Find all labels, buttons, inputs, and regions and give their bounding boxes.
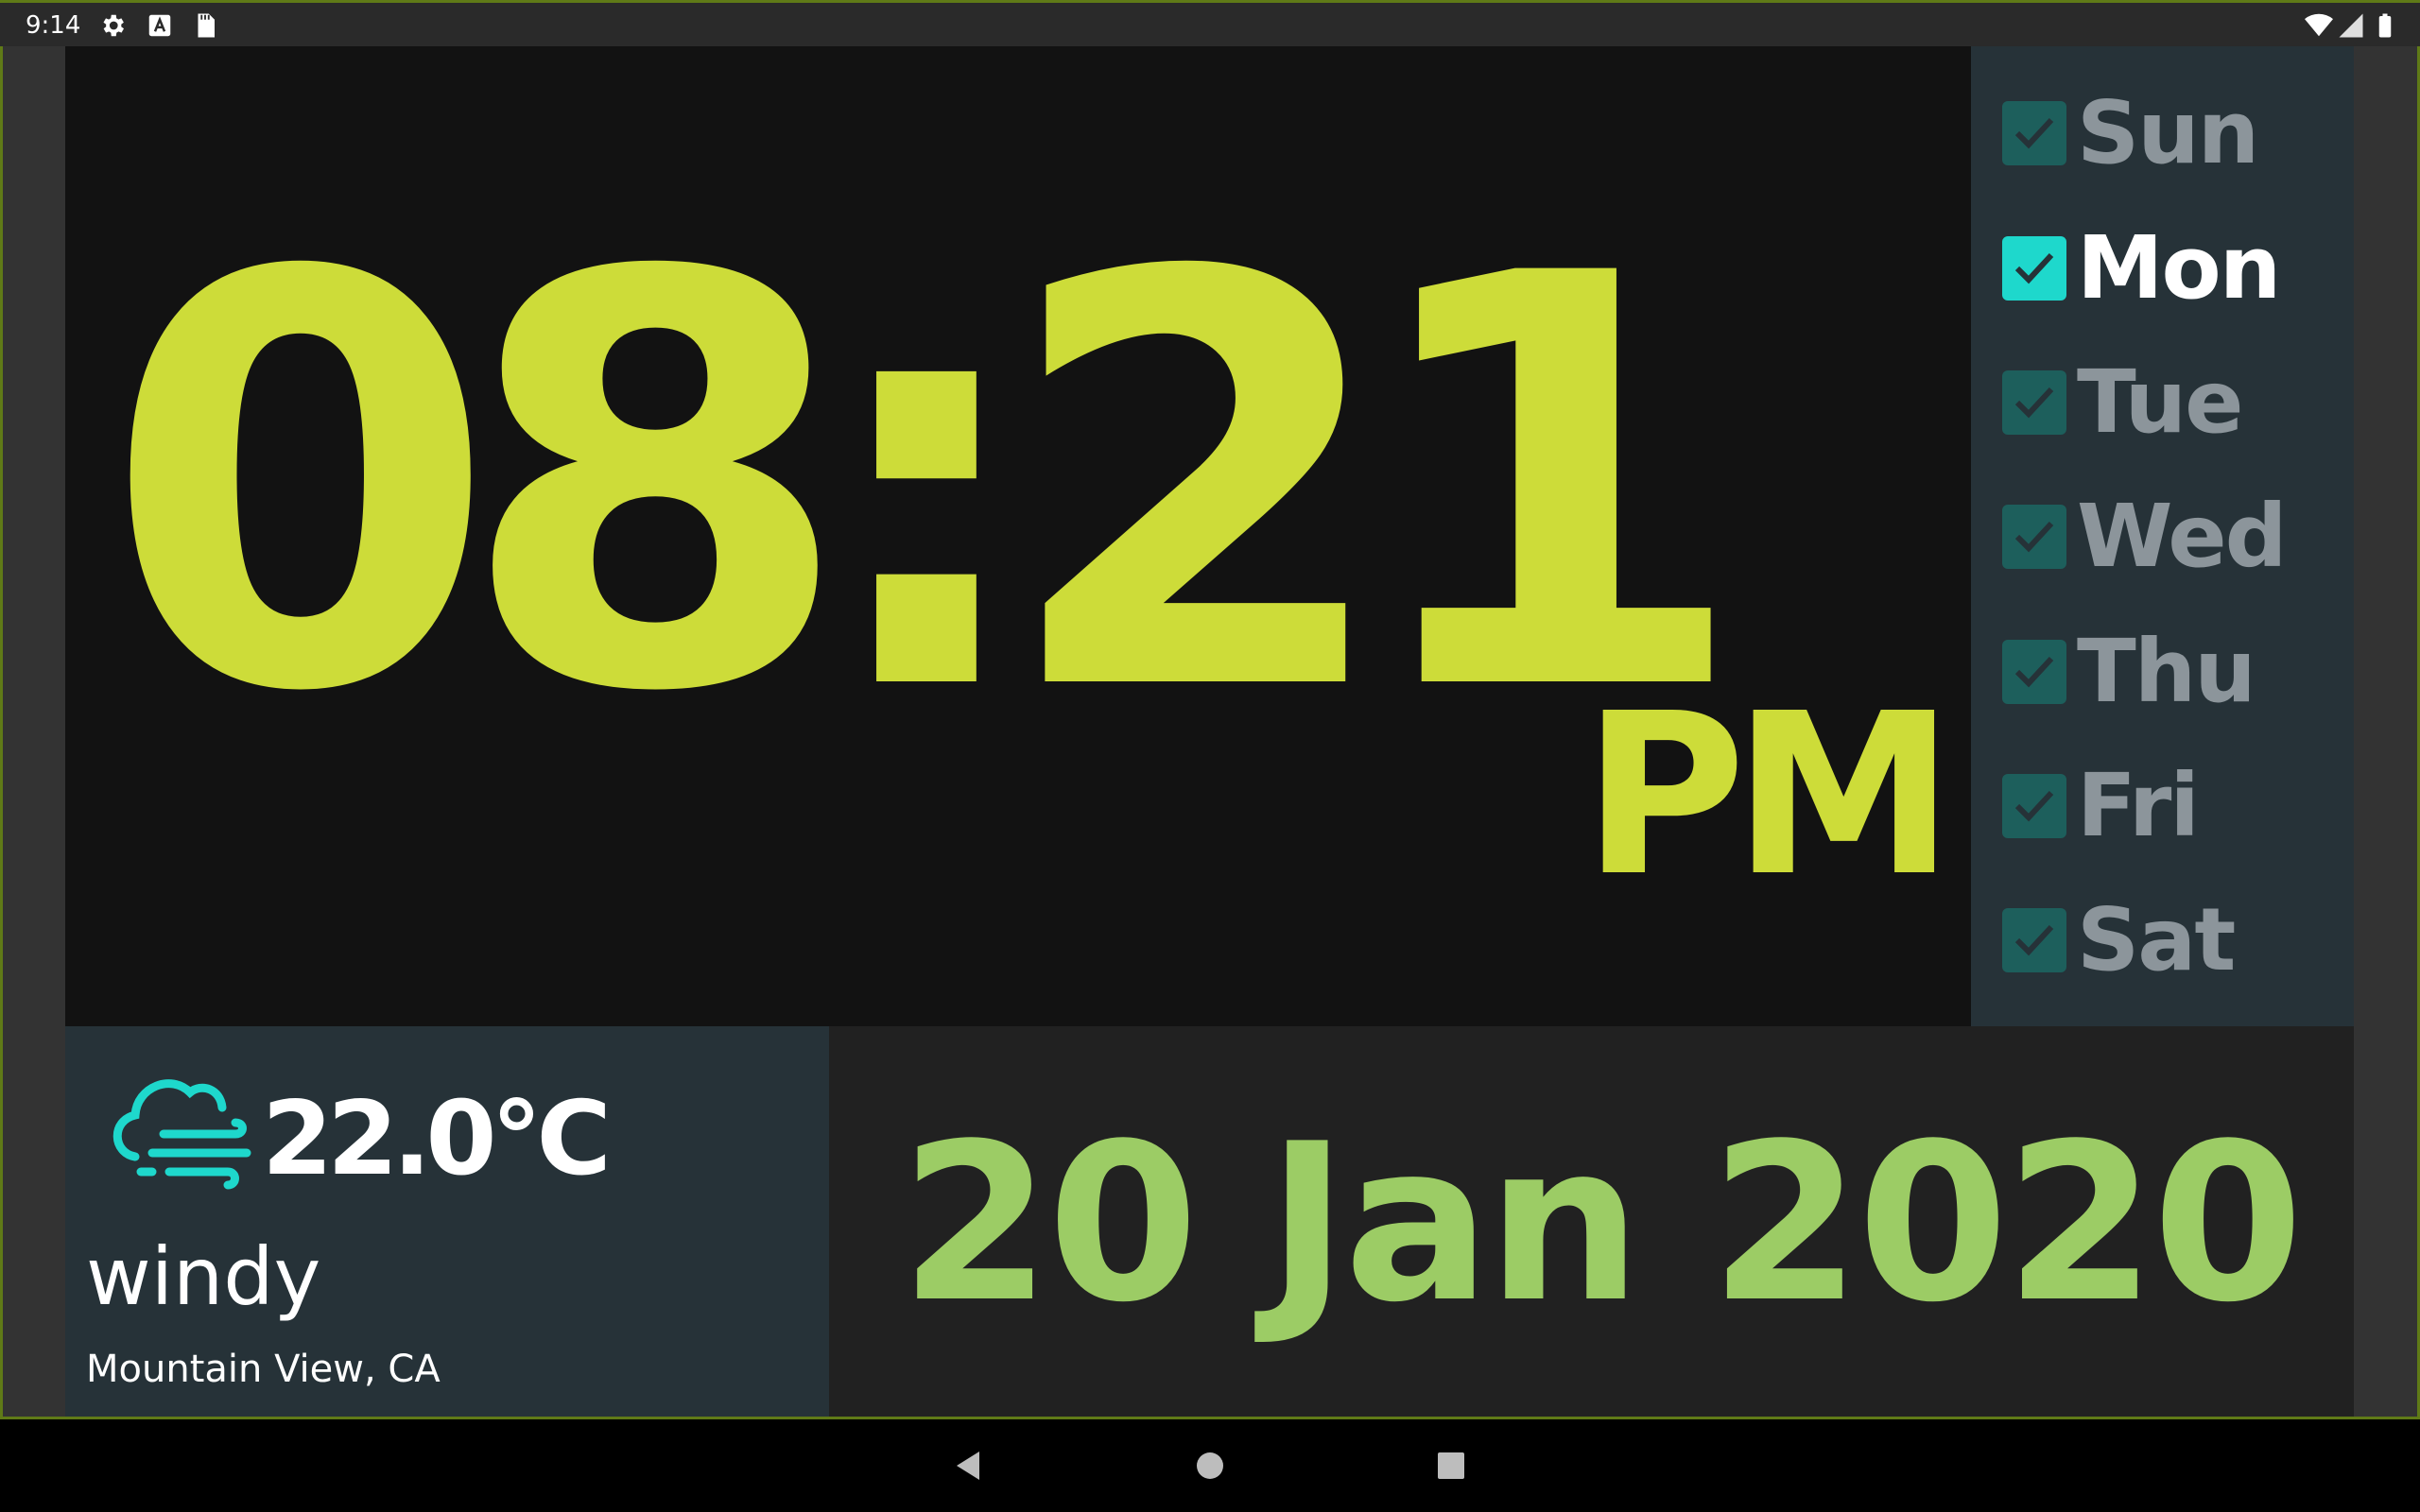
date-panel: 20 Jan 2020 bbox=[829, 1026, 2354, 1417]
checkbox-checked-icon[interactable] bbox=[2002, 101, 2066, 165]
day-label: Thu bbox=[2077, 621, 2256, 722]
day-label: Mon bbox=[2077, 217, 2281, 318]
status-time: 9:14 bbox=[26, 11, 81, 40]
clock-meridiem: PM bbox=[1582, 665, 1955, 925]
sd-card-icon bbox=[191, 11, 219, 40]
temperature: 22.0°C bbox=[262, 1080, 612, 1198]
date-text: 20 Jan 2020 bbox=[900, 1098, 2304, 1350]
day-label: Sat bbox=[2077, 889, 2236, 990]
day-label: Fri bbox=[2077, 755, 2200, 856]
checkbox-checked-icon[interactable] bbox=[2002, 370, 2066, 435]
checkbox-checked-icon[interactable] bbox=[2002, 774, 2066, 838]
battery-icon bbox=[2371, 11, 2399, 40]
navigation-bar bbox=[0, 1419, 2420, 1512]
back-icon[interactable] bbox=[945, 1442, 993, 1489]
days-panel: Sun Mon Tue Wed Thu Fri Sat bbox=[1971, 46, 2354, 1026]
windy-cloud-icon bbox=[103, 1055, 254, 1196]
day-label: Sun bbox=[2077, 82, 2259, 183]
recents-icon[interactable] bbox=[1427, 1442, 1475, 1489]
wifi-icon bbox=[2305, 11, 2333, 40]
day-toggle-wed[interactable]: Wed bbox=[1971, 469, 2354, 587]
settings-icon bbox=[98, 11, 127, 40]
day-label: Tue bbox=[2077, 352, 2244, 453]
weather-panel: 22.0°C windy Mountain View, CA bbox=[65, 1026, 829, 1417]
home-icon[interactable] bbox=[1186, 1442, 1234, 1489]
keyboard-a-icon bbox=[146, 11, 174, 40]
day-toggle-thu[interactable]: Thu bbox=[1971, 604, 2354, 722]
day-toggle-fri[interactable]: Fri bbox=[1971, 738, 2354, 856]
checkbox-checked-icon[interactable] bbox=[2002, 640, 2066, 704]
signal-icon bbox=[2337, 11, 2365, 40]
checkbox-checked-icon[interactable] bbox=[2002, 505, 2066, 569]
weather-location: Mountain View, CA bbox=[86, 1348, 441, 1391]
day-toggle-tue[interactable]: Tue bbox=[1971, 335, 2354, 453]
checkbox-checked-icon[interactable] bbox=[2002, 908, 2066, 972]
day-toggle-sun[interactable]: Sun bbox=[1971, 65, 2354, 183]
day-toggle-sat[interactable]: Sat bbox=[1971, 872, 2354, 990]
day-label: Wed bbox=[2077, 486, 2287, 587]
clock-time: 08:21 bbox=[103, 155, 1750, 816]
day-toggle-mon[interactable]: Mon bbox=[1971, 200, 2354, 318]
checkbox-checked-icon[interactable] bbox=[2002, 236, 2066, 301]
clock-panel: 08:21 PM bbox=[65, 46, 1971, 1026]
weather-condition: windy bbox=[86, 1230, 321, 1323]
status-bar: 9:14 bbox=[0, 0, 2420, 46]
